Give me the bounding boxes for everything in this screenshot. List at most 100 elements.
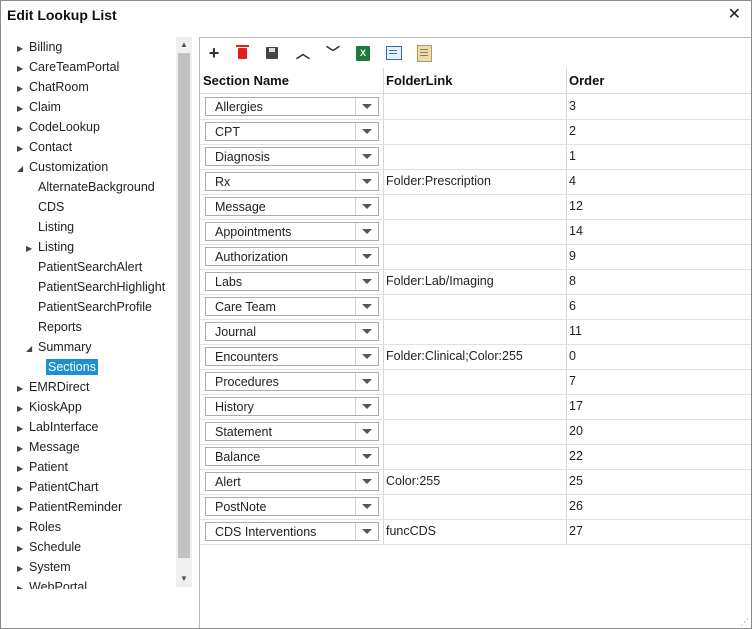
order-cell[interactable]: 0 — [569, 344, 576, 369]
header-folder-link[interactable]: FolderLink — [386, 68, 452, 93]
section-name-select[interactable]: Journal — [205, 322, 379, 341]
folder-link-cell[interactable]: Folder:Prescription — [386, 169, 491, 194]
collapse-arrow-icon[interactable]: ▶ — [17, 139, 29, 159]
table-row[interactable]: Diagnosis 1 — [200, 144, 751, 170]
section-name-select[interactable]: Authorization — [205, 247, 379, 266]
tree-item[interactable]: Listing — [26, 217, 74, 237]
tree-item[interactable]: PatientSearchHighlight — [26, 277, 165, 297]
chevron-down-icon[interactable] — [355, 448, 378, 465]
section-name-select[interactable]: Allergies — [205, 97, 379, 116]
table-row[interactable]: Journal 11 — [200, 319, 751, 345]
tree-item[interactable]: ▶ Contact — [17, 137, 72, 157]
notes-button[interactable] — [414, 44, 434, 62]
tree-item[interactable]: AlternateBackground — [26, 177, 155, 197]
collapse-arrow-icon[interactable]: ▶ — [17, 479, 29, 499]
collapse-arrow-icon[interactable]: ▶ — [17, 119, 29, 139]
order-cell[interactable]: 7 — [569, 369, 576, 394]
section-name-select[interactable]: Alert — [205, 472, 379, 491]
move-down-button[interactable]: ﹀ — [323, 44, 343, 62]
scroll-thumb[interactable] — [178, 53, 190, 558]
table-row[interactable]: Balance 22 — [200, 444, 751, 470]
chevron-down-icon[interactable] — [355, 323, 378, 340]
table-row[interactable]: Encounters Folder:Clinical;Color:255 0 — [200, 344, 751, 370]
add-button[interactable]: + — [204, 43, 224, 63]
tree-item[interactable]: ▶ Roles — [17, 517, 61, 537]
chevron-down-icon[interactable] — [355, 298, 378, 315]
section-name-select[interactable]: PostNote — [205, 497, 379, 516]
chevron-down-icon[interactable] — [355, 373, 378, 390]
tree-item[interactable]: ▶ PatientChart — [17, 477, 98, 497]
section-name-select[interactable]: Care Team — [205, 297, 379, 316]
order-cell[interactable]: 12 — [569, 194, 583, 219]
collapse-arrow-icon[interactable]: ▶ — [17, 519, 29, 539]
tree-item[interactable]: ▶ WebPortal — [17, 577, 87, 589]
table-row[interactable]: Statement 20 — [200, 419, 751, 445]
order-cell[interactable]: 8 — [569, 269, 576, 294]
table-row[interactable]: Message 12 — [200, 194, 751, 220]
table-row[interactable]: PostNote 26 — [200, 494, 751, 520]
tree-item[interactable]: ▶ Patient — [17, 457, 68, 477]
section-name-select[interactable]: Labs — [205, 272, 379, 291]
chevron-down-icon[interactable] — [355, 98, 378, 115]
order-cell[interactable]: 14 — [569, 219, 583, 244]
collapse-arrow-icon[interactable]: ▶ — [17, 39, 29, 59]
order-cell[interactable]: 3 — [569, 94, 576, 119]
section-name-select[interactable]: Rx — [205, 172, 379, 191]
chevron-down-icon[interactable] — [355, 348, 378, 365]
delete-button[interactable] — [232, 44, 252, 62]
resize-grip[interactable] — [740, 617, 749, 628]
collapse-arrow-icon[interactable]: ▶ — [17, 539, 29, 559]
collapse-arrow-icon[interactable]: ▶ — [17, 79, 29, 99]
order-cell[interactable]: 22 — [569, 444, 583, 469]
table-row[interactable]: Procedures 7 — [200, 369, 751, 395]
excel-export-button[interactable]: X — [353, 44, 373, 62]
tree-item[interactable]: ▶ LabInterface — [17, 417, 99, 437]
section-name-select[interactable]: Balance — [205, 447, 379, 466]
collapse-arrow-icon[interactable]: ▶ — [17, 439, 29, 459]
collapse-arrow-icon[interactable]: ▶ — [17, 99, 29, 119]
tree-item[interactable]: ▶ KioskApp — [17, 397, 82, 417]
collapse-arrow-icon[interactable]: ▶ — [17, 499, 29, 519]
tree-item[interactable]: ▶ CodeLookup — [17, 117, 100, 137]
folder-link-cell[interactable]: Color:255 — [386, 469, 440, 494]
header-order[interactable]: Order — [569, 68, 604, 93]
move-up-button[interactable]: ︿ — [293, 44, 313, 62]
tree-item[interactable]: ▶ ChatRoom — [17, 77, 89, 97]
chevron-down-icon[interactable] — [355, 423, 378, 440]
table-row[interactable]: Allergies 3 — [200, 94, 751, 120]
tree-item[interactable]: Reports — [26, 317, 82, 337]
chevron-down-icon[interactable] — [355, 398, 378, 415]
tree-item[interactable]: ▶ Listing — [26, 237, 74, 257]
order-cell[interactable]: 11 — [569, 319, 582, 344]
section-name-select[interactable]: History — [205, 397, 379, 416]
chevron-down-icon[interactable] — [355, 148, 378, 165]
order-cell[interactable]: 25 — [569, 469, 583, 494]
chevron-down-icon[interactable] — [355, 198, 378, 215]
export-button[interactable] — [384, 44, 404, 62]
section-name-select[interactable]: Diagnosis — [205, 147, 379, 166]
chevron-down-icon[interactable] — [355, 173, 378, 190]
collapse-arrow-icon[interactable]: ▶ — [17, 579, 29, 589]
tree-item[interactable]: PatientSearchAlert — [26, 257, 142, 277]
collapse-arrow-icon[interactable]: ▶ — [17, 459, 29, 479]
expand-arrow-icon[interactable]: ◢ — [17, 159, 29, 179]
order-cell[interactable]: 1 — [569, 144, 576, 169]
collapse-arrow-icon[interactable]: ▶ — [17, 419, 29, 439]
tree-item[interactable]: ▶ EMRDirect — [17, 377, 89, 397]
collapse-arrow-icon[interactable]: ▶ — [17, 559, 29, 579]
section-name-select[interactable]: Procedures — [205, 372, 379, 391]
tree-item[interactable]: ▶ Claim — [17, 97, 61, 117]
tree-item[interactable]: ▶ Schedule — [17, 537, 81, 557]
table-row[interactable]: History 17 — [200, 394, 751, 420]
chevron-down-icon[interactable] — [355, 223, 378, 240]
collapse-arrow-icon[interactable]: ▶ — [26, 239, 38, 259]
tree-item[interactable]: ▶ Message — [17, 437, 80, 457]
folder-link-cell[interactable]: Folder:Clinical;Color:255 — [386, 344, 523, 369]
tree-item[interactable]: CDS — [26, 197, 64, 217]
save-button[interactable] — [262, 44, 282, 62]
scroll-up-icon[interactable]: ▲ — [176, 37, 192, 53]
section-name-select[interactable]: Appointments — [205, 222, 379, 241]
tree-item[interactable]: ▶ Billing — [17, 37, 62, 57]
tree-item[interactable]: Sections — [34, 357, 98, 377]
order-cell[interactable]: 6 — [569, 294, 576, 319]
